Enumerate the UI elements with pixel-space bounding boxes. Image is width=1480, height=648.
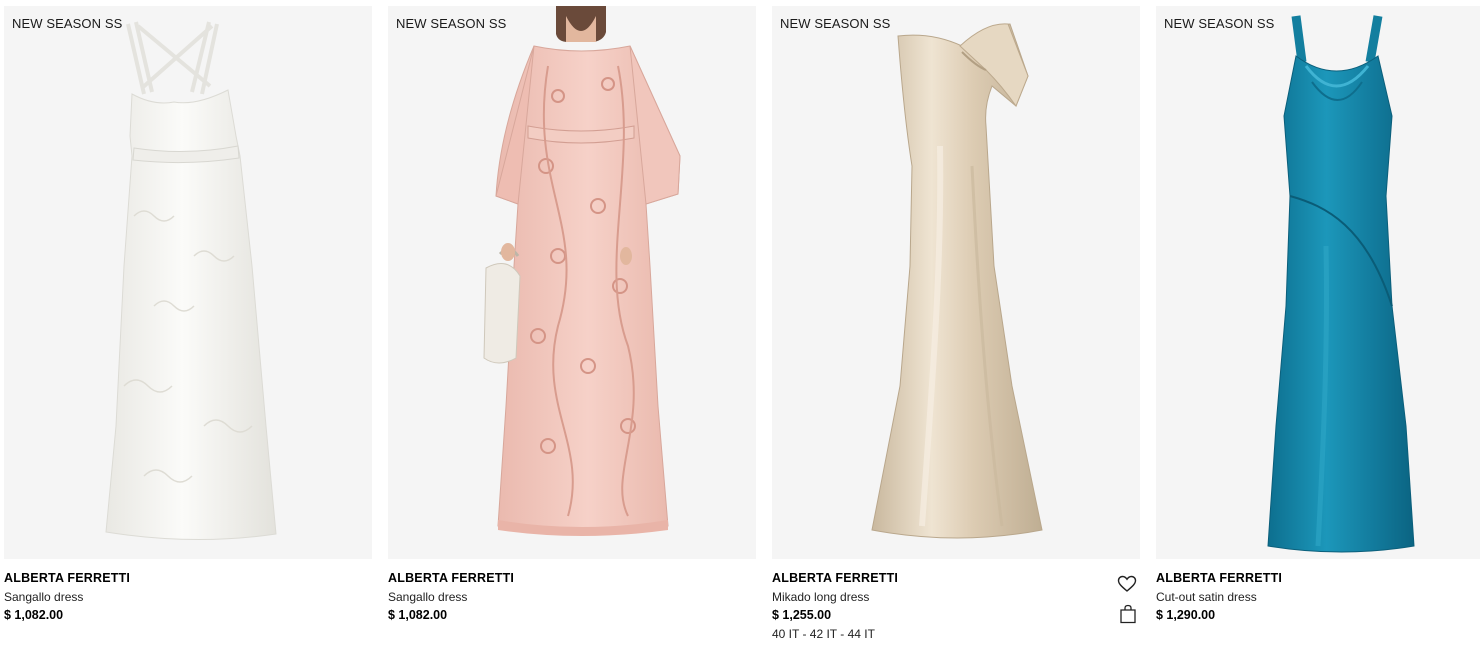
product-image[interactable]: NEW SEASON SS xyxy=(4,6,372,559)
product-card[interactable]: NEW SEASON SS ALBERTA FERRETTI Sangallo … xyxy=(388,0,756,648)
product-price: $ 1,082.00 xyxy=(4,608,64,622)
product-price: $ 1,255.00 xyxy=(772,608,832,622)
mikado-long-dress-image xyxy=(871,23,1043,539)
product-card[interactable]: NEW SEASON SS ALBERTA FERRETTI Mikado lo… xyxy=(772,0,1140,648)
shopping-bag-icon[interactable] xyxy=(1119,604,1137,624)
white-sangallo-dress-image xyxy=(105,21,277,541)
product-image[interactable]: NEW SEASON SS xyxy=(388,6,756,559)
product-image[interactable]: NEW SEASON SS xyxy=(1156,6,1480,559)
product-brand[interactable]: ALBERTA FERRETTI xyxy=(388,571,514,585)
product-name[interactable]: Mikado long dress xyxy=(772,590,869,604)
product-price: $ 1,290.00 xyxy=(1156,608,1216,622)
product-price: $ 1,082.00 xyxy=(388,608,448,622)
product-brand[interactable]: ALBERTA FERRETTI xyxy=(4,571,130,585)
product-image[interactable]: NEW SEASON SS xyxy=(772,6,1140,559)
available-sizes: 40 IT - 42 IT - 44 IT xyxy=(772,627,875,641)
product-name[interactable]: Sangallo dress xyxy=(388,590,467,604)
cut-out-satin-dress-image xyxy=(1267,15,1415,553)
new-season-badge: NEW SEASON SS xyxy=(780,16,891,31)
product-card[interactable]: NEW SEASON SS ALBERTA FERRETTI Cut-out s… xyxy=(1156,0,1480,648)
product-brand[interactable]: ALBERTA FERRETTI xyxy=(1156,571,1282,585)
new-season-badge: NEW SEASON SS xyxy=(396,16,507,31)
pink-sangallo-kaftan-image xyxy=(483,6,681,536)
product-card[interactable]: NEW SEASON SS ALBERTA FERRETTI Sangallo … xyxy=(4,0,372,648)
product-name[interactable]: Cut-out satin dress xyxy=(1156,590,1257,604)
new-season-badge: NEW SEASON SS xyxy=(1164,16,1275,31)
product-brand[interactable]: ALBERTA FERRETTI xyxy=(772,571,898,585)
new-season-badge: NEW SEASON SS xyxy=(12,16,123,31)
heart-icon[interactable] xyxy=(1117,574,1137,594)
product-name[interactable]: Sangallo dress xyxy=(4,590,83,604)
